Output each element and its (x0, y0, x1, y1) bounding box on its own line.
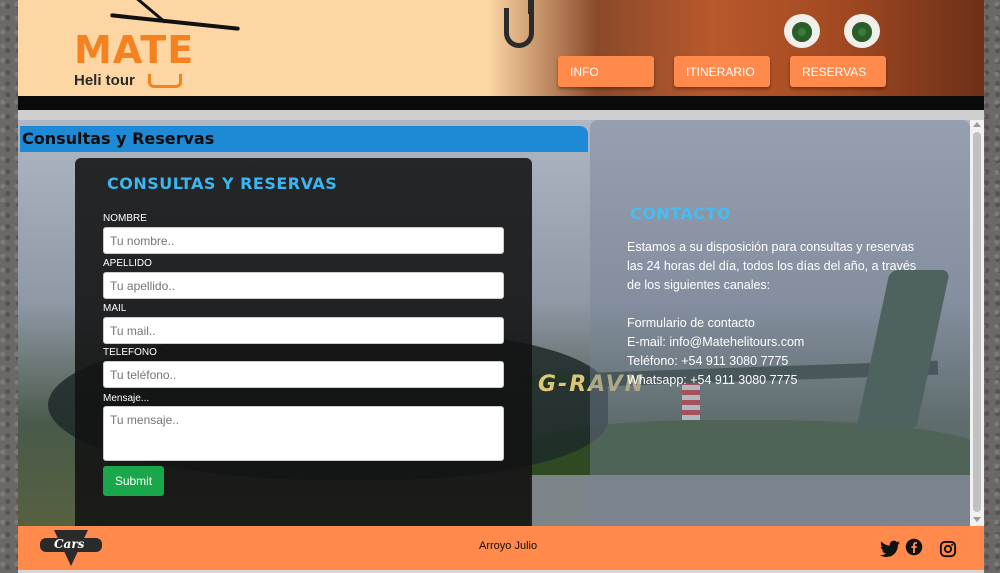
telefono-input[interactable] (103, 361, 504, 388)
tow-hook-icon (504, 8, 534, 48)
mensaje-label: Mensaje... (103, 393, 150, 404)
nav-itinerario-button[interactable]: ITINERARIO (674, 56, 770, 87)
section-title: Consultas y Reservas (20, 126, 588, 152)
site-header: MATE Heli tour INFO ITINERARIO RESERVAS (18, 0, 984, 96)
cars-logo-text: Cars (54, 537, 85, 551)
header-spacer (18, 110, 984, 120)
mensaje-textarea[interactable] (103, 406, 504, 461)
nombre-label: NOMBRE (103, 213, 147, 224)
contact-channels: Formulario de contacto E-mail: info@Mate… (627, 314, 804, 390)
submit-button[interactable]: Submit (103, 466, 164, 496)
scroll-down-icon[interactable] (973, 517, 981, 522)
header-divider (18, 96, 984, 110)
mail-label: MAIL (103, 303, 127, 314)
logo-skid-icon (148, 74, 182, 88)
logo-main-text: MATE (74, 28, 195, 72)
contact-line-email: E-mail: info@Matehelitours.com (627, 335, 805, 349)
contact-form: CONSULTAS Y RESERVAS NOMBRE APELLIDO MAI… (75, 158, 532, 526)
apellido-input[interactable] (103, 272, 504, 299)
page-scrollbar[interactable] (970, 120, 984, 526)
mail-input[interactable] (103, 317, 504, 344)
page-frame: MATE Heli tour INFO ITINERARIO RESERVAS … (18, 0, 984, 573)
character-eye-right (844, 14, 880, 48)
contact-line-whatsapp: Whatsapp: +54 911 3080 7775 (627, 373, 798, 387)
main-content: G-RAVN Consultas y Reservas CONSULTAS Y … (18, 120, 984, 526)
telefono-label: TELEFONO (103, 347, 157, 358)
contact-title: CONTACTO (630, 204, 732, 223)
reservations-panel: Consultas y Reservas CONSULTAS Y RESERVA… (18, 120, 588, 526)
site-logo[interactable]: MATE Heli tour (70, 0, 240, 92)
scrollbar-thumb[interactable] (973, 132, 981, 512)
footer-author: Arroyo Julio (479, 540, 538, 552)
apellido-label: APELLIDO (103, 258, 152, 269)
cars-logo: Cars (40, 528, 102, 568)
character-eye-left (784, 14, 820, 48)
facebook-icon[interactable] (904, 538, 924, 556)
contact-line-form: Formulario de contacto (627, 316, 755, 330)
logo-sub-text: Heli tour (74, 72, 135, 89)
contact-intro: Estamos a su disposición para consultas … (627, 240, 917, 292)
form-heading: CONSULTAS Y RESERVAS (107, 174, 338, 193)
scroll-up-icon[interactable] (973, 122, 981, 127)
contact-panel: CONTACTO Estamos a su disposición para c… (590, 120, 970, 526)
site-footer: Cars Arroyo Julio (18, 526, 984, 570)
nombre-input[interactable] (103, 227, 504, 254)
contact-line-phone: Teléfono: +54 911 3080 7775 (627, 354, 789, 368)
nav-info-button[interactable]: INFO (558, 56, 654, 87)
nav-reservas-button[interactable]: RESERVAS (790, 56, 886, 87)
twitter-icon[interactable] (880, 540, 900, 558)
instagram-icon[interactable] (938, 540, 958, 558)
